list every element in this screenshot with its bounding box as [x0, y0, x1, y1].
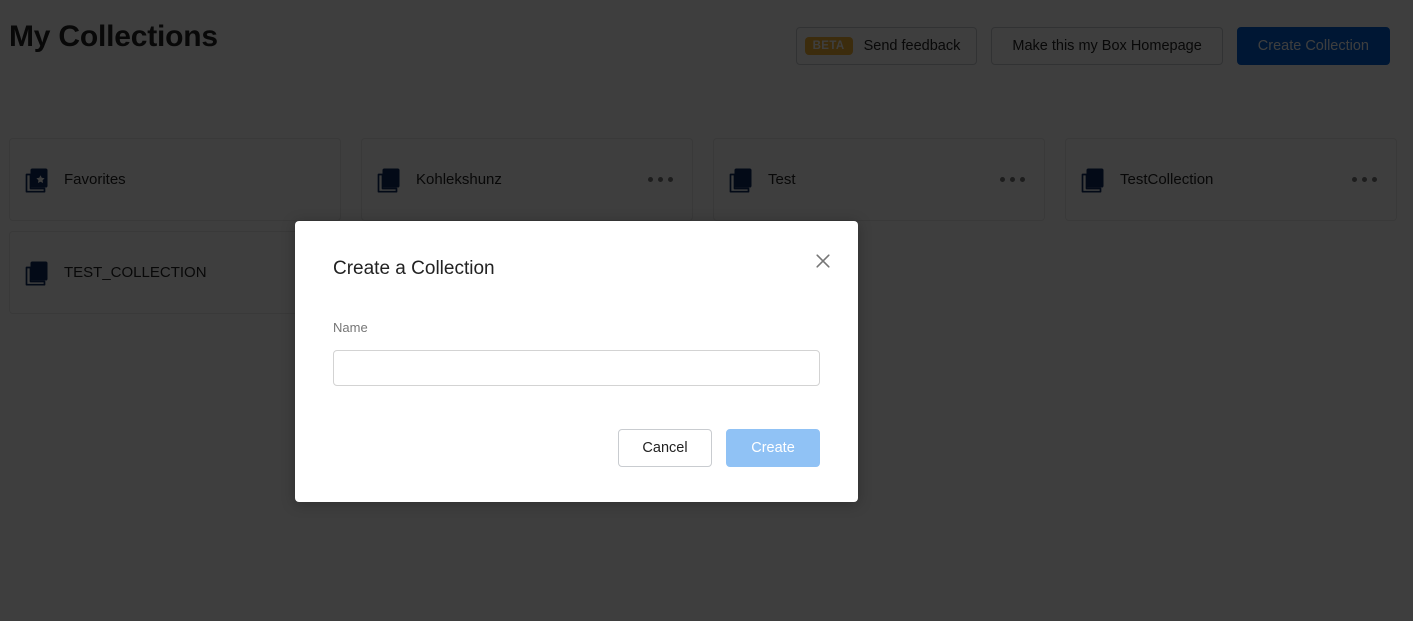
cancel-button[interactable]: Cancel: [618, 429, 712, 467]
name-input[interactable]: [333, 350, 820, 386]
dialog-footer: Cancel Create: [618, 429, 820, 467]
create-label: Create: [751, 440, 795, 456]
create-collection-dialog: Create a Collection Name Cancel Create: [295, 221, 858, 502]
create-button[interactable]: Create: [726, 429, 820, 467]
name-field-label: Name: [333, 320, 368, 335]
cancel-label: Cancel: [642, 440, 687, 456]
close-icon[interactable]: [811, 249, 835, 273]
dialog-title: Create a Collection: [333, 258, 495, 280]
